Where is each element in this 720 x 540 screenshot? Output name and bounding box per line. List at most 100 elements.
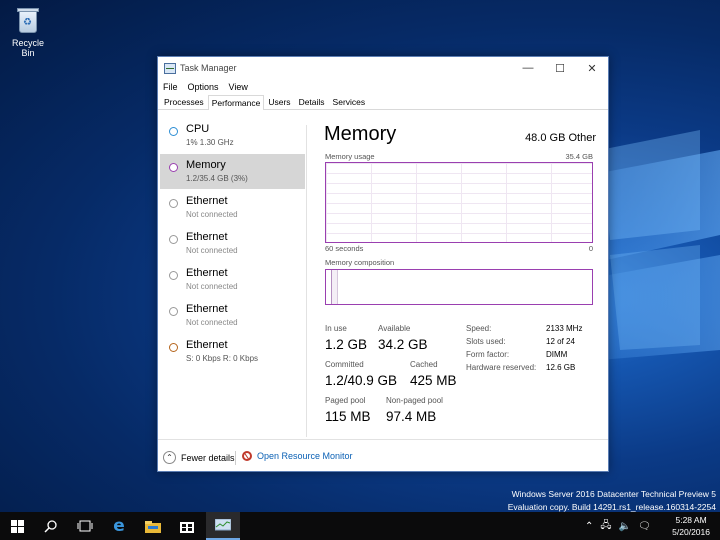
available-label: Available [378, 324, 411, 333]
chevron-up-icon[interactable]: ⌃ [585, 521, 593, 532]
edge-icon: e [113, 516, 125, 536]
task-manager-taskbar-button[interactable] [206, 512, 240, 540]
non-paged-pool-label: Non-paged pool [386, 396, 443, 405]
form-factor-label: Form factor: [466, 350, 510, 359]
memory-indicator-icon [169, 163, 178, 172]
file-explorer-button[interactable] [136, 512, 170, 540]
menu-file[interactable]: File [163, 82, 178, 92]
sidebar-item-detail: 1% 1.30 GHz [186, 138, 234, 147]
tab-services[interactable]: Services [329, 94, 370, 109]
memory-composition-label: Memory composition [325, 258, 395, 267]
recycle-bin-label: Recycle Bin [11, 38, 44, 58]
task-manager-app-icon [164, 62, 176, 74]
in-use-value: 1.2 GB [325, 337, 368, 352]
sidebar-item-detail: S: 0 Kbps R: 0 Kbps [186, 354, 259, 363]
task-view-icon [77, 520, 93, 532]
slots-used-value: 12 of 24 [546, 337, 575, 346]
fewer-details-button[interactable]: ⌃ Fewer details [163, 451, 235, 464]
in-use-label: In use [325, 324, 347, 333]
hardware-reserved-label: Hardware reserved: [466, 363, 537, 372]
tab-performance[interactable]: Performance [207, 95, 265, 110]
network-icon[interactable]: 🖧 [600, 518, 611, 535]
search-button[interactable] [34, 512, 68, 540]
performance-sidebar: CPU 1% 1.30 GHz Memory 1.2/35.4 GB (3%) … [160, 118, 306, 438]
title-bar[interactable]: Task Manager — ☐ ✕ [158, 57, 608, 79]
menu-options[interactable]: Options [188, 82, 219, 92]
menu-view[interactable]: View [229, 82, 248, 92]
evaluation-watermark: Windows Server 2016 Datacenter Technical… [508, 488, 716, 514]
sidebar-item-ethernet-3[interactable]: Ethernet Not connected [160, 262, 305, 297]
sidebar-item-memory[interactable]: Memory 1.2/35.4 GB (3%) [160, 154, 305, 189]
open-resource-monitor-link[interactable]: Open Resource Monitor [242, 451, 353, 461]
sidebar-item-label: Ethernet [186, 231, 228, 243]
ethernet-indicator-icon [169, 235, 178, 244]
recycle-bin-icon: ♻ [15, 6, 41, 34]
tab-processes[interactable]: Processes [160, 94, 208, 109]
non-paged-pool-value: 97.4 MB [386, 409, 437, 424]
file-explorer-icon [145, 520, 161, 533]
edge-button[interactable]: e [102, 512, 136, 540]
committed-label: Committed [325, 360, 364, 369]
clock-date: 5/20/2016 [672, 527, 710, 537]
taskbar-clock[interactable]: 5:28 AM 5/20/2016 [672, 514, 710, 538]
composition-modified [332, 270, 338, 304]
memory-composition-bar[interactable] [325, 269, 593, 305]
resource-monitor-icon [242, 451, 252, 461]
tab-details[interactable]: Details [295, 94, 329, 109]
sidebar-item-label: Ethernet [186, 303, 228, 315]
ethernet-indicator-icon [169, 307, 178, 316]
watermark-line-1: Windows Server 2016 Datacenter Technical… [511, 489, 716, 499]
sidebar-item-label: Ethernet [186, 267, 228, 279]
system-tray: ⌃ 🖧 🔈 🗨 [585, 512, 651, 540]
ethernet-indicator-icon [169, 271, 178, 280]
paged-pool-label: Paged pool [325, 396, 366, 405]
sidebar-item-ethernet-4[interactable]: Ethernet Not connected [160, 298, 305, 333]
close-button[interactable]: ✕ [576, 57, 608, 79]
memory-usage-graph [325, 162, 593, 243]
sidebar-item-label: Ethernet [186, 195, 228, 207]
sidebar-item-ethernet-2[interactable]: Ethernet Not connected [160, 226, 305, 261]
sidebar-item-ethernet-1[interactable]: Ethernet Not connected [160, 190, 305, 225]
task-manager-icon [215, 518, 231, 530]
task-manager-window[interactable]: Task Manager — ☐ ✕ File Options View Pro… [157, 56, 609, 472]
sidebar-item-detail: Not connected [186, 246, 238, 255]
minimize-button[interactable]: — [512, 57, 544, 79]
cached-label: Cached [410, 360, 438, 369]
ethernet-indicator-icon [169, 199, 178, 208]
memory-usage-max: 35.4 GB [565, 152, 593, 161]
cpu-indicator-icon [169, 127, 178, 136]
panel-divider[interactable] [306, 125, 307, 437]
open-resource-monitor-label: Open Resource Monitor [257, 451, 353, 461]
graph-time-right: 0 [588, 244, 593, 253]
recycle-bin[interactable]: ♻ Recycle Bin [6, 6, 50, 58]
notifications-icon[interactable]: 🗨 [638, 521, 651, 532]
sidebar-item-detail: Not connected [186, 282, 238, 291]
memory-panel: Memory 48.0 GB Other Memory usage 35.4 G… [324, 118, 596, 438]
store-button[interactable] [170, 512, 204, 540]
volume-icon[interactable]: 🔈 [619, 521, 631, 532]
sidebar-item-label: Ethernet [186, 339, 228, 351]
tab-users[interactable]: Users [264, 94, 294, 109]
memory-total-label: 48.0 GB Other [525, 132, 596, 144]
memory-usage-label: Memory usage [325, 152, 375, 161]
cached-value: 425 MB [410, 373, 457, 388]
page-title: Memory [324, 123, 397, 145]
maximize-button[interactable]: ☐ [544, 57, 576, 79]
sidebar-item-ethernet-5[interactable]: Ethernet S: 0 Kbps R: 0 Kbps [160, 334, 305, 369]
paged-pool-value: 115 MB [325, 409, 371, 424]
start-button[interactable] [0, 512, 34, 540]
graph-time-left: 60 seconds [325, 244, 364, 253]
footer-bar: ⌃ Fewer details Open Resource Monitor [158, 439, 608, 471]
footer-separator [235, 451, 236, 465]
slots-used-label: Slots used: [466, 337, 506, 346]
menu-bar: File Options View [158, 79, 608, 94]
sidebar-item-cpu[interactable]: CPU 1% 1.30 GHz [160, 118, 305, 153]
available-value: 34.2 GB [378, 337, 428, 352]
hardware-reserved-value: 12.6 GB [546, 363, 576, 372]
tab-bar: Processes Performance Users Details Serv… [158, 94, 608, 110]
start-icon [10, 519, 24, 533]
ethernet-indicator-icon [169, 343, 178, 352]
sidebar-item-detail: Not connected [186, 210, 238, 219]
form-factor-value: DIMM [546, 350, 568, 359]
task-view-button[interactable] [68, 512, 102, 540]
